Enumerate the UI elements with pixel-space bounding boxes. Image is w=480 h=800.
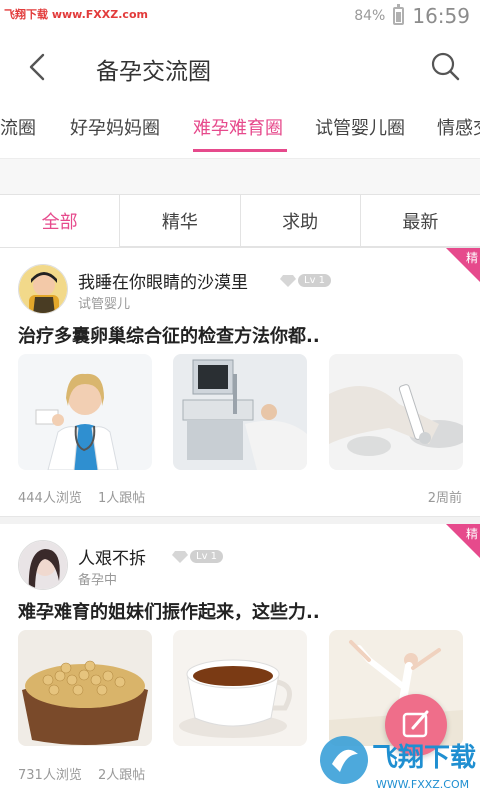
circle-name: 备孕中 xyxy=(78,573,118,588)
filter-help[interactable]: 求助 xyxy=(239,195,360,247)
post-image-soybeans[interactable] xyxy=(18,630,152,746)
battery-icon xyxy=(393,4,405,25)
filter-featured[interactable]: 精华 xyxy=(119,195,240,247)
circle-name: 试管婴儿 xyxy=(78,297,131,312)
filter-all[interactable]: 全部 xyxy=(0,195,120,247)
post-card[interactable]: 精 我睡在你眼睛的沙漠里 Lv 1 试管婴儿 治疗多囊卵巢综合征的检查方法你都.… xyxy=(0,248,480,522)
post-image-doctor[interactable] xyxy=(18,354,152,470)
post-time: 2周前 xyxy=(427,491,462,506)
tab-ivf-baby[interactable]: 试管婴儿圈 xyxy=(315,114,405,140)
svg-text:WWW.FXXZ.COM: WWW.FXXZ.COM xyxy=(376,778,469,791)
avatar[interactable] xyxy=(18,540,68,590)
tab-difficult-pregnancy[interactable]: 难孕难育圈 xyxy=(193,114,283,140)
page-title: 备孕交流圈 xyxy=(96,59,211,85)
filter-tabs: 全部 精华 求助 最新 xyxy=(0,194,480,248)
tab-emotion[interactable]: 情感交 xyxy=(437,114,480,140)
status-indicators: 84% 16:59 xyxy=(354,4,470,28)
level-badge: Lv 1 xyxy=(172,550,224,563)
filter-latest[interactable]: 最新 xyxy=(359,195,480,247)
section-divider xyxy=(0,158,480,194)
reply-count: 2人跟帖 xyxy=(98,768,146,783)
svg-text:飞翔下载: 飞翔下载 xyxy=(372,743,476,773)
battery-percent: 84% xyxy=(354,8,386,24)
search-icon[interactable] xyxy=(430,51,460,81)
level-badge: Lv 1 xyxy=(280,274,332,287)
diamond-icon xyxy=(280,274,296,287)
post-image-lab-test[interactable] xyxy=(329,354,463,470)
app-header: 备孕交流圈 xyxy=(0,32,480,102)
tab-good-pregnancy-mom[interactable]: 好孕妈妈圈 xyxy=(70,114,160,140)
featured-badge: 精 xyxy=(446,524,480,558)
status-bar: 飞翔下载 www.FXXZ.com 84% 16:59 xyxy=(0,0,480,32)
clock: 16:59 xyxy=(412,4,470,28)
tab-exchange-circle[interactable]: 交流圈 xyxy=(0,114,36,140)
watermark-logo: 飞翔下载 WWW.FXXZ.COM xyxy=(312,714,480,800)
author-name[interactable]: 人艰不拆 xyxy=(78,544,146,569)
diamond-icon xyxy=(172,550,188,563)
watermark-text: 飞翔下载 www.FXXZ.com xyxy=(4,8,148,21)
active-tab-indicator xyxy=(193,149,287,152)
avatar[interactable] xyxy=(18,264,68,314)
category-tabs: 交流圈 好孕妈妈圈 难孕难育圈 试管婴儿圈 情感交 xyxy=(0,102,480,158)
post-title[interactable]: 难孕难育的姐妹们振作起来，这些力.. xyxy=(18,598,320,624)
view-count: 731人浏览 xyxy=(18,768,82,783)
post-image-ultrasound[interactable] xyxy=(173,354,307,470)
back-arrow-icon[interactable] xyxy=(26,53,48,81)
reply-count: 1人跟帖 xyxy=(98,491,146,506)
author-name[interactable]: 我睡在你眼睛的沙漠里 xyxy=(78,268,248,293)
post-separator xyxy=(0,516,480,524)
featured-badge: 精 xyxy=(446,248,480,282)
view-count: 444人浏览 xyxy=(18,491,82,506)
post-image-tea[interactable] xyxy=(173,630,307,746)
post-title[interactable]: 治疗多囊卵巢综合征的检查方法你都.. xyxy=(18,322,320,348)
